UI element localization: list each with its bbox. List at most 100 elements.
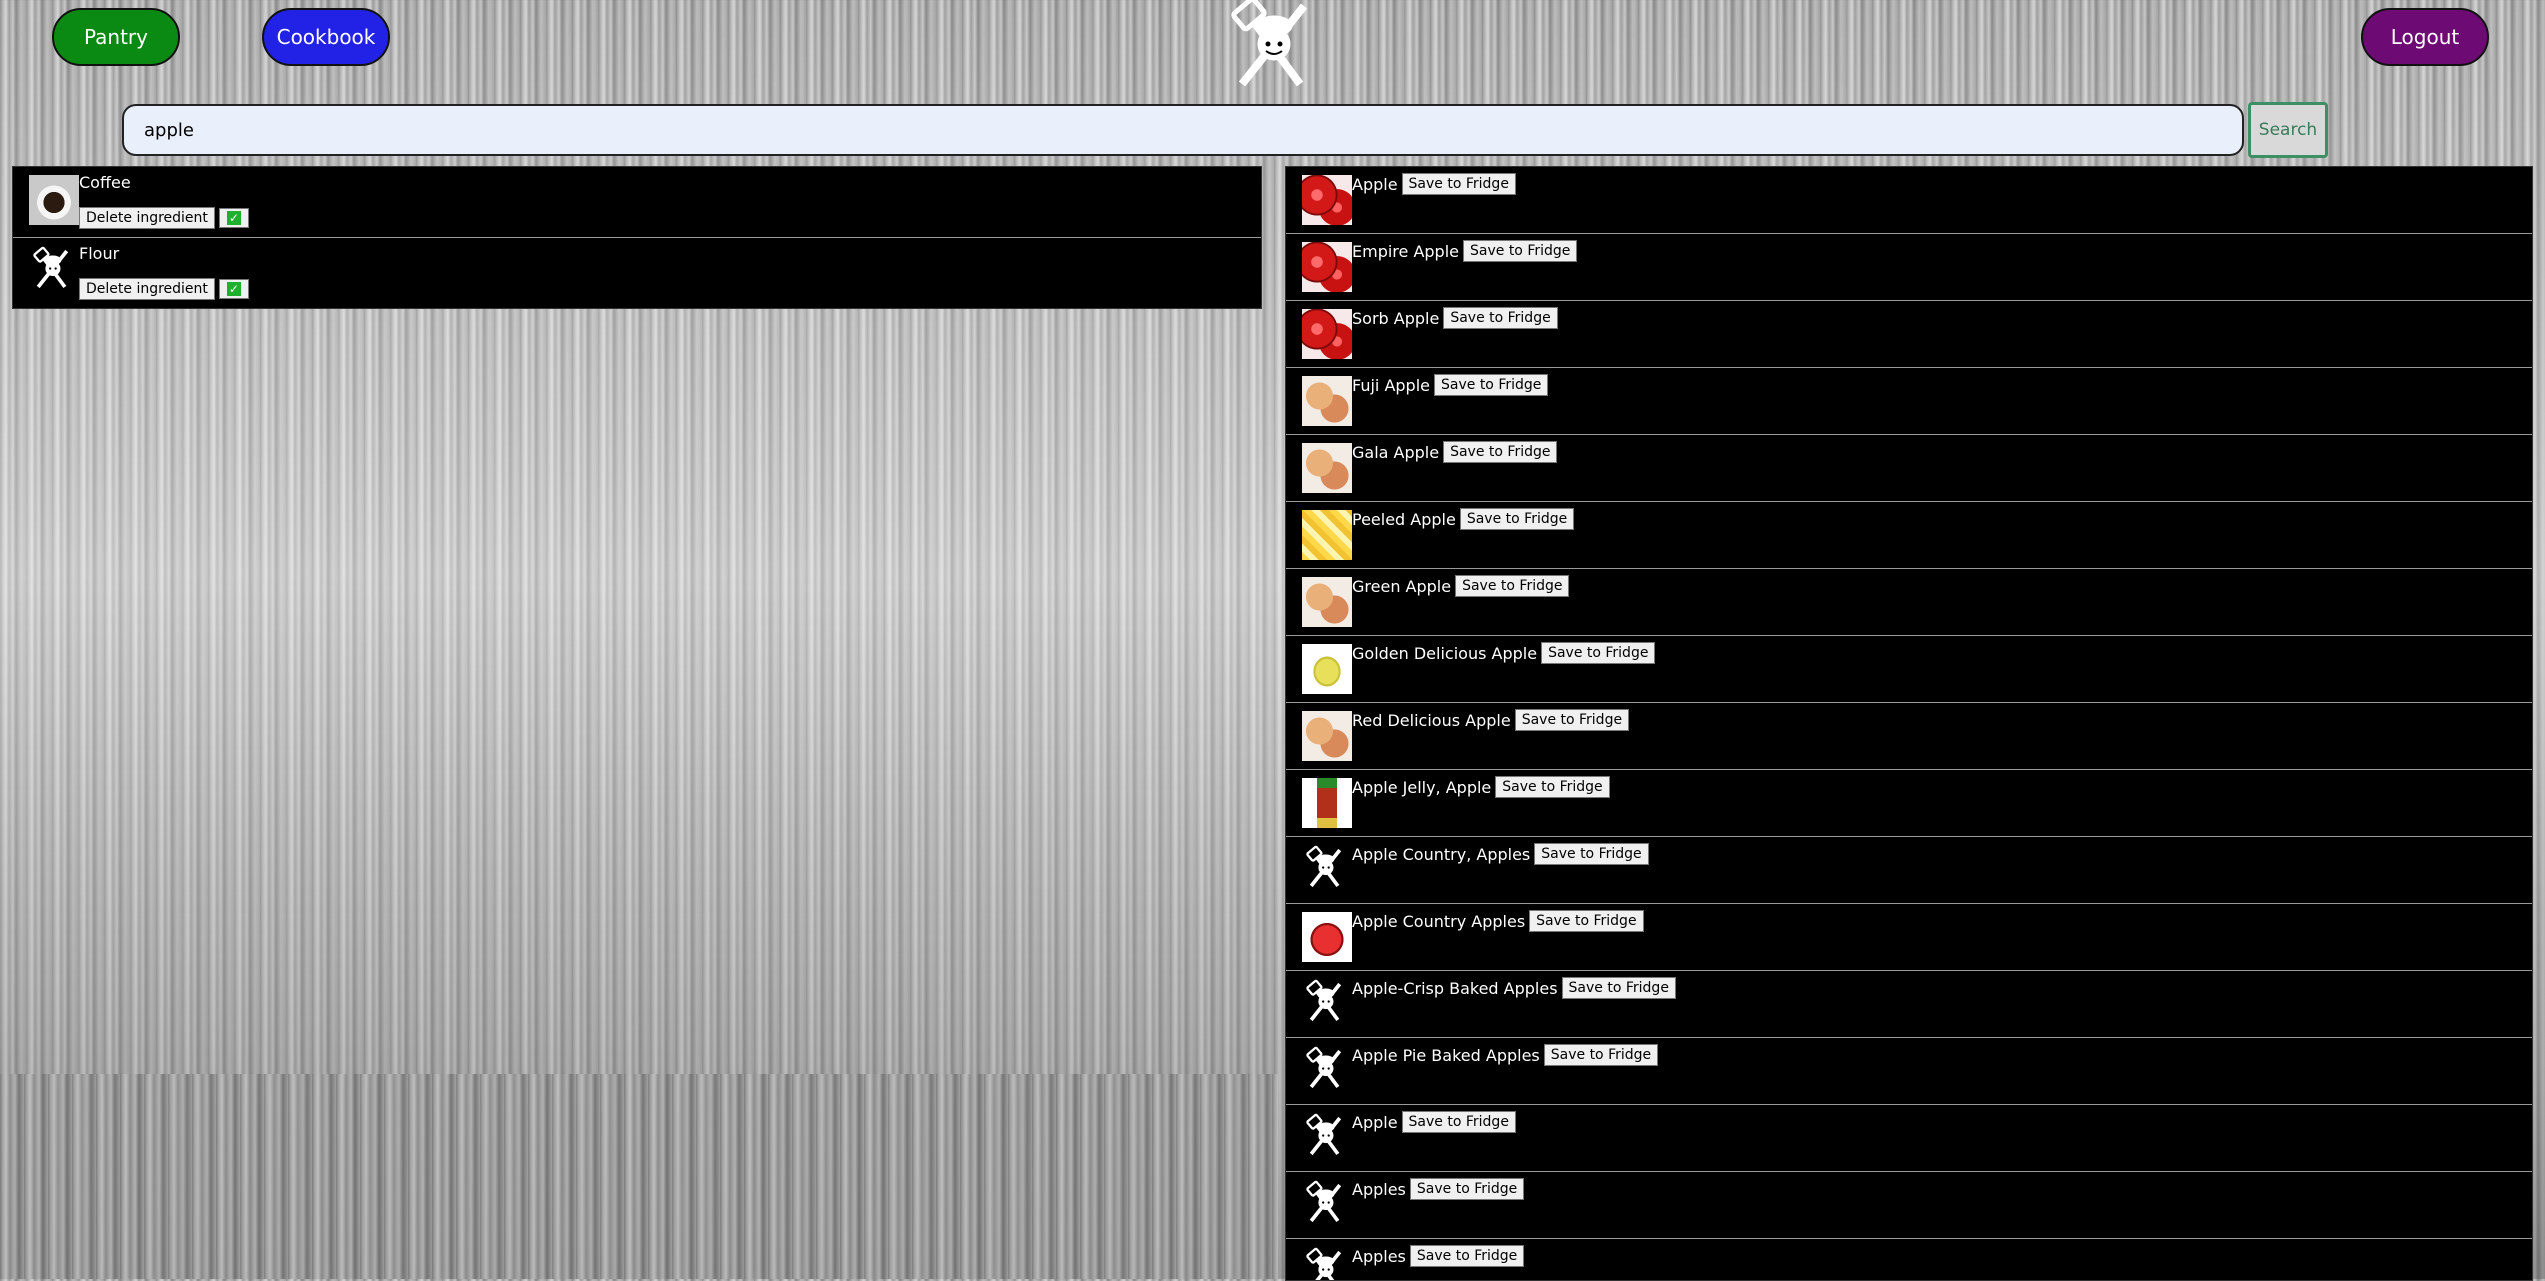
search-input[interactable] [122, 104, 2244, 156]
coffee-cup-icon [29, 175, 79, 225]
result-item-name: Red Delicious Apple [1352, 710, 1511, 730]
result-item-name: Fuji Apple [1352, 375, 1430, 395]
result-item-row: Apple Country, Apples Save to Fridge [1352, 843, 1649, 865]
background-band [0, 1074, 1278, 1279]
result-item-row: Apple Save to Fridge [1352, 1111, 1516, 1133]
result-item-name: Apple Pie Baked Apples [1352, 1045, 1540, 1065]
pantry-item-name: Coffee [79, 173, 131, 192]
save-to-fridge-button[interactable]: Save to Fridge [1401, 1111, 1516, 1133]
result-item-name: Apple [1352, 174, 1398, 194]
ingredient-thumbnail [1302, 175, 1352, 225]
result-item-name: Apple-Crisp Baked Apples [1352, 978, 1558, 998]
search-result-item: Apple Save to Fridge [1286, 1105, 2532, 1172]
save-to-fridge-button[interactable]: Save to Fridge [1543, 1044, 1659, 1066]
ingredient-thumbnail [1302, 376, 1352, 426]
pantry-item: Coffee Delete ingredient ✓ [13, 167, 1261, 238]
save-to-fridge-button[interactable]: Save to Fridge [1561, 977, 1676, 999]
result-item-row: Peeled Apple Save to Fridge [1352, 508, 1575, 530]
search-result-item: Apple Jelly, Apple Save to Fridge [1286, 770, 2532, 837]
save-to-fridge-button[interactable]: Save to Fridge [1409, 1178, 1525, 1200]
delete-ingredient-button[interactable]: Delete ingredient [79, 278, 215, 300]
ingredient-thumbnail [1302, 510, 1352, 560]
save-to-fridge-button[interactable]: Save to Fridge [1495, 776, 1610, 798]
result-item-row: Red Delicious Apple Save to Fridge [1352, 709, 1630, 731]
search-result-item: Green Apple Save to Fridge [1286, 569, 2532, 636]
search-results-list: Apple Save to Fridge Empire Apple Save to F… [1285, 166, 2533, 1281]
result-item-row: Sorb Apple Save to Fridge [1352, 307, 1558, 329]
pantry-item-actions: Delete ingredient ✓ [79, 278, 249, 300]
chef-utensils-logo-icon [1302, 1180, 1352, 1230]
result-item-row: Apple Pie Baked Apples Save to Fridge [1352, 1044, 1659, 1066]
ingredient-thumbnail [1302, 778, 1352, 828]
save-to-fridge-button[interactable]: Save to Fridge [1541, 642, 1656, 664]
result-item-name: Apples [1352, 1246, 1406, 1266]
result-item-row: Empire Apple Save to Fridge [1352, 240, 1578, 262]
save-to-fridge-button[interactable]: Save to Fridge [1443, 441, 1558, 463]
result-item-row: Apple Country Apples Save to Fridge [1352, 910, 1644, 932]
result-item-name: Apples [1352, 1179, 1406, 1199]
search-result-item: Apple Country Apples Save to Fridge [1286, 904, 2532, 971]
save-to-fridge-button[interactable]: Save to Fridge [1534, 843, 1649, 865]
save-to-fridge-button[interactable]: Save to Fridge [1463, 240, 1578, 262]
search-result-item: Apple Pie Baked Apples Save to Fridge [1286, 1038, 2532, 1105]
in-stock-checkbox[interactable]: ✓ [218, 279, 249, 299]
pantry-item-name: Flour [79, 244, 120, 263]
chef-utensils-logo-icon [1302, 1046, 1352, 1096]
result-item-row: Apples Save to Fridge [1352, 1178, 1525, 1200]
save-to-fridge-button[interactable]: Save to Fridge [1401, 173, 1516, 195]
ingredient-thumbnail [1302, 711, 1352, 761]
in-stock-checkbox[interactable]: ✓ [218, 208, 249, 228]
chef-utensils-logo-icon [1231, 0, 1308, 87]
save-to-fridge-button[interactable]: Save to Fridge [1459, 508, 1575, 530]
delete-ingredient-button[interactable]: Delete ingredient [79, 207, 215, 229]
search-result-item: Fuji Apple Save to Fridge [1286, 368, 2532, 435]
search-result-item: Apple-Crisp Baked Apples Save to Fridge [1286, 971, 2532, 1038]
search-result-item: Gala Apple Save to Fridge [1286, 435, 2532, 502]
result-item-name: Golden Delicious Apple [1352, 643, 1538, 663]
chef-utensils-logo-icon [1302, 1113, 1352, 1163]
pantry-item-actions: Delete ingredient ✓ [79, 207, 249, 229]
result-item-name: Apple Country Apples [1352, 911, 1526, 931]
pantry-nav-button[interactable]: Pantry [52, 8, 180, 66]
checkmark-icon: ✓ [226, 282, 241, 296]
result-item-row: Gala Apple Save to Fridge [1352, 441, 1558, 463]
save-to-fridge-button[interactable]: Save to Fridge [1409, 1245, 1525, 1267]
result-item-row: Fuji Apple Save to Fridge [1352, 374, 1549, 396]
chef-utensils-logo-icon [1302, 979, 1352, 1029]
chef-utensils-logo-icon [1302, 845, 1352, 895]
search-result-item: Apple Country, Apples Save to Fridge [1286, 837, 2532, 904]
ingredient-thumbnail [1302, 443, 1352, 493]
result-item-row: Apples Save to Fridge [1352, 1245, 1525, 1267]
search-button[interactable]: Search [2248, 102, 2328, 158]
ingredient-thumbnail [1302, 644, 1352, 694]
save-to-fridge-button[interactable]: Save to Fridge [1455, 575, 1570, 597]
search-result-item: Empire Apple Save to Fridge [1286, 234, 2532, 301]
search-result-item: Golden Delicious Apple Save to Fridge [1286, 636, 2532, 703]
search-result-item: Peeled Apple Save to Fridge [1286, 502, 2532, 569]
search-result-item: Apples Save to Fridge [1286, 1172, 2532, 1239]
checkmark-icon: ✓ [226, 211, 241, 225]
save-to-fridge-button[interactable]: Save to Fridge [1443, 307, 1558, 329]
result-item-name: Empire Apple [1352, 241, 1459, 261]
pantry-list: Coffee Delete ingredient ✓ Flour Delete ingr… [12, 166, 1262, 309]
search-result-item: Red Delicious Apple Save to Fridge [1286, 703, 2532, 770]
logout-button[interactable]: Logout [2361, 8, 2489, 66]
save-to-fridge-button[interactable]: Save to Fridge [1529, 910, 1644, 932]
result-item-row: Apple Save to Fridge [1352, 173, 1516, 195]
chef-utensils-logo-icon [29, 246, 79, 296]
cookbook-nav-button[interactable]: Cookbook [262, 8, 390, 66]
result-item-name: Sorb Apple [1352, 308, 1440, 328]
ingredient-thumbnail [1302, 242, 1352, 292]
result-item-name: Peeled Apple [1352, 509, 1456, 529]
ingredient-thumbnail [1302, 309, 1352, 359]
result-item-name: Apple Jelly, Apple [1352, 777, 1492, 797]
ingredient-thumbnail [1302, 577, 1352, 627]
chef-utensils-logo-icon [1302, 1247, 1352, 1280]
search-result-item: Sorb Apple Save to Fridge [1286, 301, 2532, 368]
search-result-item: Apples Save to Fridge [1286, 1239, 2532, 1280]
save-to-fridge-button[interactable]: Save to Fridge [1514, 709, 1630, 731]
result-item-row: Apple Jelly, Apple Save to Fridge [1352, 776, 1610, 798]
result-item-name: Apple Country, Apples [1352, 844, 1531, 864]
save-to-fridge-button[interactable]: Save to Fridge [1434, 374, 1549, 396]
ingredient-thumbnail [1302, 912, 1352, 962]
